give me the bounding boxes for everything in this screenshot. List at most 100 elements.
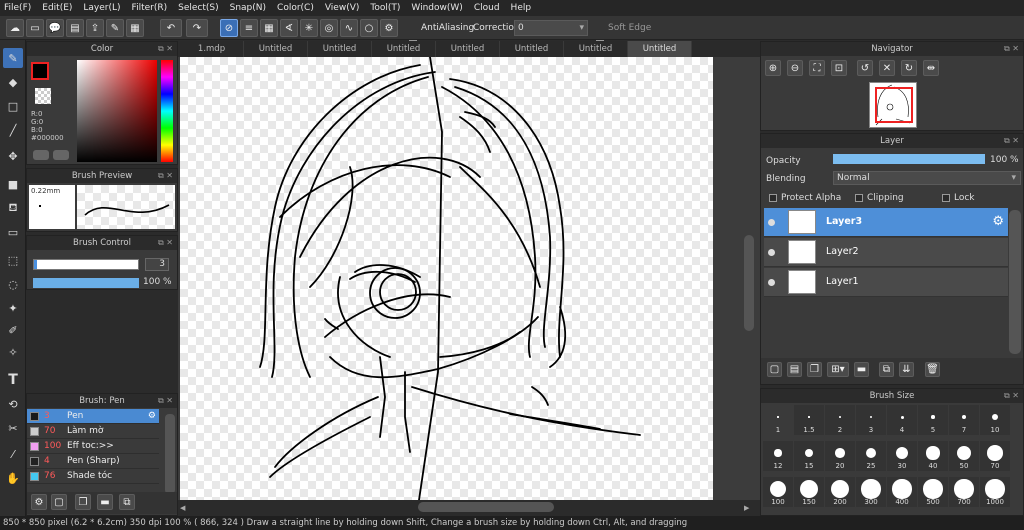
brush-size-cell[interactable]: 5 — [918, 405, 948, 435]
brush-size-cell[interactable]: 200 — [825, 477, 855, 507]
menu-tool[interactable]: Tool(T) — [370, 3, 400, 13]
gear-icon[interactable]: ⚙ — [148, 409, 156, 424]
text-tool-icon[interactable]: T — [3, 370, 23, 390]
select-rect-icon[interactable]: ⬚ — [3, 250, 23, 270]
snap-vanish-icon[interactable]: ∢ — [280, 19, 298, 37]
line-tool-icon[interactable]: ╱ — [3, 120, 23, 140]
brush-add-icon[interactable]: ▢ — [51, 494, 67, 510]
brush-size-value[interactable]: 3 — [145, 258, 169, 271]
tab-untitled[interactable]: Untitled — [436, 41, 500, 57]
brush-size-cell[interactable]: 70 — [980, 441, 1010, 471]
delete-layer-icon[interactable]: 🗑 — [925, 362, 940, 377]
brush-size-cell[interactable]: 700 — [949, 477, 979, 507]
brush-list-scrollbar[interactable] — [165, 414, 175, 494]
menu-file[interactable]: File(F) — [4, 3, 31, 13]
visibility-icon[interactable] — [768, 219, 775, 226]
grid-icon[interactable]: ▦ — [126, 19, 144, 37]
edit-icon[interactable]: ✎ — [106, 19, 124, 37]
brush-tool-icon[interactable]: ✎ — [3, 48, 23, 68]
panel-float-icon[interactable]: ⧉ ✕ — [158, 42, 173, 56]
merge-layer-icon[interactable]: ⧉ — [879, 362, 894, 377]
lasso-tool-icon[interactable]: ◌ — [3, 274, 23, 294]
panel-float-icon[interactable]: ⧉ ✕ — [1004, 134, 1019, 148]
visibility-icon[interactable] — [768, 279, 775, 286]
move-tool-icon[interactable]: ✥ — [3, 146, 23, 166]
tab-untitled[interactable]: Untitled — [564, 41, 628, 57]
brush-copy-icon[interactable]: ❐ — [75, 494, 91, 510]
brush-size-cell[interactable]: 150 — [794, 477, 824, 507]
eraser-tool-icon[interactable]: ◆ — [3, 72, 23, 92]
brush-size-cell[interactable]: 400 — [887, 477, 917, 507]
drawing-canvas[interactable] — [180, 56, 713, 528]
undo-icon[interactable]: ↶ — [160, 19, 182, 37]
layer-row-layer3[interactable]: Layer3 ⚙ — [764, 208, 1008, 237]
menu-help[interactable]: Help — [511, 3, 532, 13]
new-layer-icon[interactable]: ▢ — [767, 362, 782, 377]
brush-size-cell[interactable]: 2 — [825, 405, 855, 435]
brush-size-cell[interactable]: 10 — [980, 405, 1010, 435]
canvas-horizontal-scrollbar[interactable] — [418, 502, 554, 512]
tab-untitled[interactable]: Untitled — [372, 41, 436, 57]
brush-item-pen[interactable]: 3 Pen ⚙ — [27, 409, 159, 424]
comment-list-icon[interactable]: ▤ — [66, 19, 84, 37]
brush-item-pen-sharp[interactable]: 4 Pen (Sharp) — [27, 454, 159, 469]
menu-select[interactable]: Select(S) — [178, 3, 219, 13]
brush-size-cell[interactable]: 12 — [763, 441, 793, 471]
comment-icon[interactable]: 💬 — [46, 19, 64, 37]
menu-cloud[interactable]: Cloud — [474, 3, 500, 13]
redo-icon[interactable]: ↷ — [186, 19, 208, 37]
reset-rotation-icon[interactable]: ✕ — [879, 60, 895, 76]
brush-item-eff-toc[interactable]: 100 Eff toc:>> — [27, 439, 159, 454]
brush-size-cell[interactable]: 100 — [763, 477, 793, 507]
snap-radial-icon[interactable]: ✳ — [300, 19, 318, 37]
brush-size-cell[interactable]: 1 — [763, 405, 793, 435]
blending-select[interactable]: Normal ▾ — [833, 171, 1021, 185]
rotate-left-icon[interactable]: ↺ — [857, 60, 873, 76]
brush-settings-icon[interactable]: ⚙ — [31, 494, 47, 510]
fill-tool-icon[interactable]: ⛾ — [3, 198, 23, 218]
magic-wand-icon[interactable]: ✦ — [3, 298, 23, 318]
scroll-right-icon[interactable]: ▶ — [744, 504, 749, 512]
brush-size-cell[interactable]: 30 — [887, 441, 917, 471]
layer-row-layer1[interactable]: Layer1 — [764, 268, 1008, 297]
clipping-checkbox[interactable] — [855, 194, 863, 202]
panel-float-icon[interactable]: ⧉ ✕ — [158, 169, 173, 183]
snap-ellipse-icon[interactable]: ○ — [360, 19, 378, 37]
cloud-icon[interactable]: ☁ — [6, 19, 24, 37]
menu-filter[interactable]: Filter(R) — [132, 3, 168, 13]
brush-size-cell[interactable]: 1.5 — [794, 405, 824, 435]
brush-size-cell[interactable]: 300 — [856, 477, 886, 507]
snap-curve-icon[interactable]: ∿ — [340, 19, 358, 37]
tab-untitled-active[interactable]: Untitled — [628, 41, 692, 57]
brush-size-cell[interactable]: 4 — [887, 405, 917, 435]
menu-edit[interactable]: Edit(E) — [42, 3, 72, 13]
tab-untitled[interactable]: Untitled — [308, 41, 372, 57]
brush-size-slider[interactable] — [33, 259, 139, 270]
brush-folder-icon[interactable]: ▬ — [97, 494, 113, 510]
zoom-in-icon[interactable]: ⊕ — [765, 60, 781, 76]
brush-size-cell[interactable]: 7 — [949, 405, 979, 435]
panel-float-icon[interactable]: ⧉ ✕ — [1004, 389, 1019, 403]
snap-grid-icon[interactable]: ▦ — [260, 19, 278, 37]
brush-item-blur[interactable]: 70 Làm mờ — [27, 424, 159, 439]
brush-opacity-slider[interactable] — [33, 278, 139, 288]
menu-window[interactable]: Window(W) — [411, 3, 462, 13]
transparent-color-swatch[interactable] — [35, 88, 51, 104]
brush-size-cell[interactable]: 15 — [794, 441, 824, 471]
gear-icon[interactable]: ⚙ — [992, 214, 1004, 229]
brush-size-cell[interactable]: 40 — [918, 441, 948, 471]
brush-size-cell[interactable]: 1000 — [980, 477, 1010, 507]
brush-item-shade-toc[interactable]: 76 Shade tóc — [27, 469, 159, 484]
navigator-thumbnail[interactable] — [869, 82, 917, 128]
rect-tool-icon[interactable]: ■ — [3, 174, 23, 194]
new-canvas-icon[interactable]: ▭ — [26, 19, 44, 37]
brush-duplicate-icon[interactable]: ⧉ — [119, 494, 135, 510]
add-layer-menu-icon[interactable]: ⊞▾ — [827, 362, 849, 377]
color-mode-icon[interactable] — [53, 150, 69, 160]
brush-size-cell[interactable]: 20 — [825, 441, 855, 471]
share-icon[interactable]: ⇪ — [86, 19, 104, 37]
hand-tool-icon[interactable]: ✋ — [3, 468, 23, 488]
menu-view[interactable]: View(V) — [325, 3, 360, 13]
navigator-viewport-box[interactable] — [875, 87, 913, 123]
correction-select[interactable]: 0 ▾ — [514, 20, 588, 36]
